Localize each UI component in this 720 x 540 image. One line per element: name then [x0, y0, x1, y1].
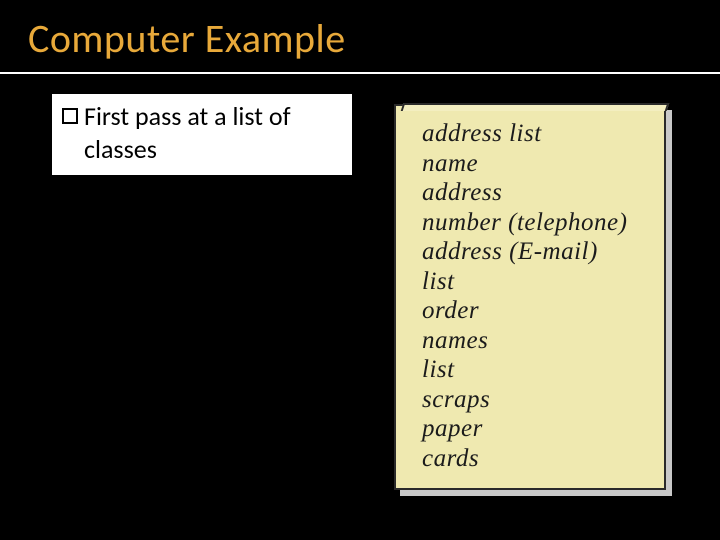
title-underline: [0, 72, 720, 74]
note-line: paper: [422, 415, 644, 443]
bullet-item: First pass at a list of classes: [62, 100, 342, 165]
notepad: address list name address number (teleph…: [394, 104, 666, 490]
note-line: name: [422, 150, 644, 178]
square-bullet-icon: [62, 108, 78, 124]
note-line: cards: [422, 445, 644, 473]
slide: Computer Example First pass at a list of…: [0, 0, 720, 540]
slide-title: Computer Example: [28, 14, 346, 63]
note-line: order: [422, 297, 644, 325]
note-line: scraps: [422, 386, 644, 414]
note-line: names: [422, 327, 644, 355]
note-line: list: [422, 268, 644, 296]
body-text-block: First pass at a list of classes: [52, 94, 352, 175]
note-line: address: [422, 179, 644, 207]
notepad-page: address list name address number (teleph…: [394, 104, 666, 490]
note-line: address list: [422, 120, 644, 148]
bullet-text: First pass at a list of classes: [84, 100, 342, 165]
note-line: list: [422, 356, 644, 384]
notepad-lines: address list name address number (teleph…: [422, 120, 644, 472]
notepad-top-edge: [401, 103, 670, 111]
note-line: address (E-mail): [422, 238, 644, 266]
note-line: number (telephone): [422, 209, 644, 237]
